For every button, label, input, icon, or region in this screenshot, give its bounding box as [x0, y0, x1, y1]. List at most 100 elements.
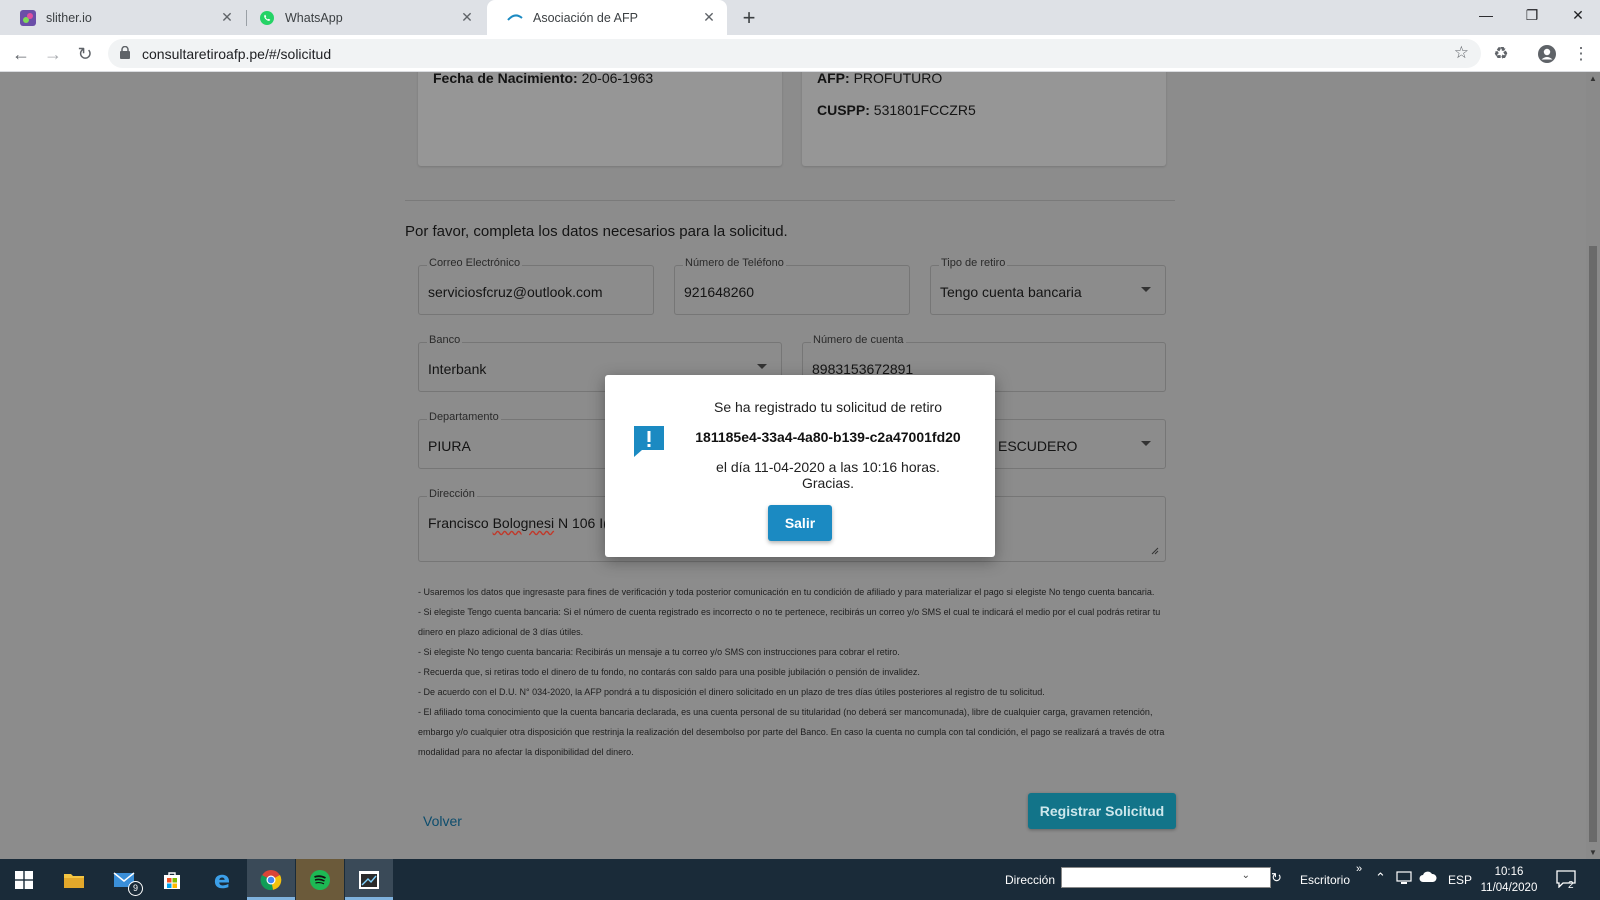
mail-count-badge: 9 [128, 881, 143, 896]
system-clock[interactable]: 10:16 11/04/2020 [1478, 864, 1540, 896]
taskbar-address-input[interactable]: ⌄ [1061, 867, 1271, 888]
dropdown-arrow-icon [1141, 287, 1151, 292]
alert-message-icon [634, 426, 664, 457]
email-field[interactable]: Correo Electrónico serviciosfcruz@outloo… [418, 257, 654, 315]
bank-value: Interbank [428, 361, 487, 377]
reload-icon[interactable]: ↻ [71, 40, 99, 68]
tab-title: WhatsApp [285, 10, 343, 25]
toolbar-overflow-chevron[interactable]: » [1356, 863, 1362, 875]
afp-favicon-icon [507, 10, 523, 26]
withdrawal-type-label: Tipo de retiro [939, 257, 1008, 269]
language-indicator[interactable]: ESP [1448, 873, 1472, 887]
birthdate-row: Fecha de Nacimiento: 20-06-1963 [433, 72, 653, 86]
dropdown-arrow-icon [757, 364, 767, 369]
scrollbar-thumb[interactable] [1589, 246, 1597, 842]
district-value: ESCUDERO [998, 438, 1078, 454]
window-close-button[interactable]: ✕ [1555, 0, 1600, 30]
spotify-icon[interactable] [296, 859, 344, 900]
chrome-icon[interactable] [247, 859, 295, 900]
tab-slither[interactable]: slither.io ✕ [0, 0, 245, 35]
onedrive-cloud-icon[interactable] [1419, 871, 1437, 886]
app-window-icon[interactable] [345, 859, 393, 900]
menu-kebab-icon[interactable]: ⋮ [1568, 41, 1594, 67]
minimize-button[interactable]: — [1463, 0, 1509, 30]
address-label: Dirección [427, 488, 477, 500]
clock-time: 10:16 [1494, 866, 1524, 878]
url-text: consultaretiroafp.pe/#/solicitud [142, 46, 332, 62]
withdrawal-type-select[interactable]: Tipo de retiro Tengo cuenta bancaria [930, 257, 1166, 315]
note-item: - El afiliado toma conocimiento que la c… [418, 707, 1165, 757]
new-tab-button[interactable]: + [735, 4, 763, 32]
scroll-up-arrow-icon[interactable]: ▲ [1586, 74, 1600, 83]
restore-button[interactable]: ❐ [1509, 0, 1555, 30]
email-value: serviciosfcruz@outlook.com [428, 284, 603, 300]
tab-title: Asociación de AFP [533, 10, 638, 25]
request-id: 181185e4-33a4-4a80-b139-c2a47001fd20 [695, 429, 961, 445]
note-item: - De acuerdo con el D.U. N° 034-2020, la… [418, 687, 1045, 697]
slither-favicon-icon [20, 9, 36, 26]
afp-value: PROFUTURO [853, 72, 943, 86]
browser-tab-bar: slither.io ✕ WhatsApp ✕ Asociación de AF… [0, 0, 1600, 35]
phone-field[interactable]: Número de Teléfono 921648260 [674, 257, 910, 315]
tab-whatsapp[interactable]: WhatsApp ✕ [247, 0, 485, 35]
store-icon[interactable] [148, 859, 196, 900]
birthdate-value: 20-06-1963 [581, 72, 654, 86]
phone-value: 921648260 [684, 284, 755, 300]
bank-label: Banco [427, 334, 463, 346]
afp-info-card: AFP: PROFUTURO CUSPP: 531801FCCZR5 [802, 72, 1166, 166]
success-dialog: Se ha registrado tu solicitud de retiro … [605, 375, 995, 557]
back-arrow-icon[interactable]: ← [7, 40, 35, 68]
network-icon[interactable] [1396, 871, 1412, 888]
note-item: - Si elegiste Tengo cuenta bancaria: Si … [418, 607, 1161, 637]
show-hidden-icons-chevron-icon[interactable]: ⌃ [1375, 870, 1386, 886]
chevron-down-icon[interactable]: ⌄ [1242, 870, 1250, 881]
afp-row: AFP: PROFUTURO [817, 72, 942, 86]
phone-label: Número de Teléfono [683, 257, 786, 269]
cuspp-row: CUSPP: 531801FCCZR5 [817, 102, 976, 118]
tab-close-icon[interactable]: ✕ [697, 9, 721, 26]
address-toolbar-label: Dirección [1005, 873, 1056, 887]
birthdate-label: Fecha de Nacimiento: [433, 72, 578, 86]
resize-handle-icon[interactable] [1151, 547, 1159, 555]
tab-close-icon[interactable]: ✕ [455, 9, 479, 26]
dropdown-arrow-icon [1141, 441, 1151, 446]
refresh-icon[interactable]: ↻ [1271, 870, 1282, 886]
form-prompt: Por favor, completa los datos necesarios… [405, 223, 788, 240]
whatsapp-icon [259, 10, 275, 26]
address-bar[interactable]: consultaretiroafp.pe/#/solicitud ☆ [108, 39, 1481, 68]
note-item: - Usaremos los datos que ingresaste para… [418, 587, 1155, 597]
afp-label: AFP: [817, 72, 850, 86]
start-windows-icon[interactable] [0, 859, 48, 900]
address-value: Francisco Bolognesi N 106 I( [428, 515, 608, 531]
withdrawal-type-value: Tengo cuenta bancaria [940, 284, 1082, 300]
forward-arrow-icon[interactable]: → [39, 40, 67, 68]
dialog-message-line1: Se ha registrado tu solicitud de retiro [713, 399, 942, 415]
profile-avatar-icon[interactable] [1534, 41, 1560, 67]
section-divider [405, 200, 1175, 201]
bookmark-star-icon[interactable]: ☆ [1454, 43, 1469, 63]
tab-close-icon[interactable]: ✕ [215, 9, 239, 26]
exit-button[interactable]: Salir [768, 505, 832, 541]
clock-date: 11/04/2020 [1480, 882, 1538, 894]
personal-info-card: Fecha de Nacimiento: 20-06-1963 [418, 72, 782, 166]
notification-count: 2 [1568, 880, 1574, 891]
windows-taskbar: 9 e Dirección ⌄ ↻ Escritorio » ⌃ ESP 10:… [0, 859, 1600, 900]
file-explorer-icon[interactable] [50, 859, 98, 900]
desktop-toolbar-label[interactable]: Escritorio [1300, 873, 1350, 887]
back-link[interactable]: Volver [423, 813, 462, 829]
recycle-extension-icon[interactable]: ♻ [1488, 41, 1514, 67]
scroll-down-arrow-icon[interactable]: ▼ [1586, 848, 1600, 857]
edge-browser-icon[interactable]: e [198, 859, 246, 900]
tab-asociacion-afp[interactable]: Asociación de AFP ✕ [487, 0, 727, 35]
department-value: PIURA [428, 438, 471, 454]
register-request-button[interactable]: Registrar Solicitud [1028, 793, 1176, 829]
browser-toolbar: ← → ↻ consultaretiroafp.pe/#/solicitud ☆… [0, 35, 1600, 72]
page-scrollbar[interactable]: ▲ ▼ [1586, 72, 1600, 859]
note-item: - Recuerda que, si retiras todo el diner… [418, 667, 920, 677]
tab-title: slither.io [46, 10, 92, 25]
email-label: Correo Electrónico [427, 257, 523, 269]
account-number-label: Número de cuenta [811, 334, 906, 346]
cuspp-value: 531801FCCZR5 [873, 102, 976, 118]
lock-icon [120, 46, 130, 59]
mail-icon[interactable] [100, 859, 148, 900]
